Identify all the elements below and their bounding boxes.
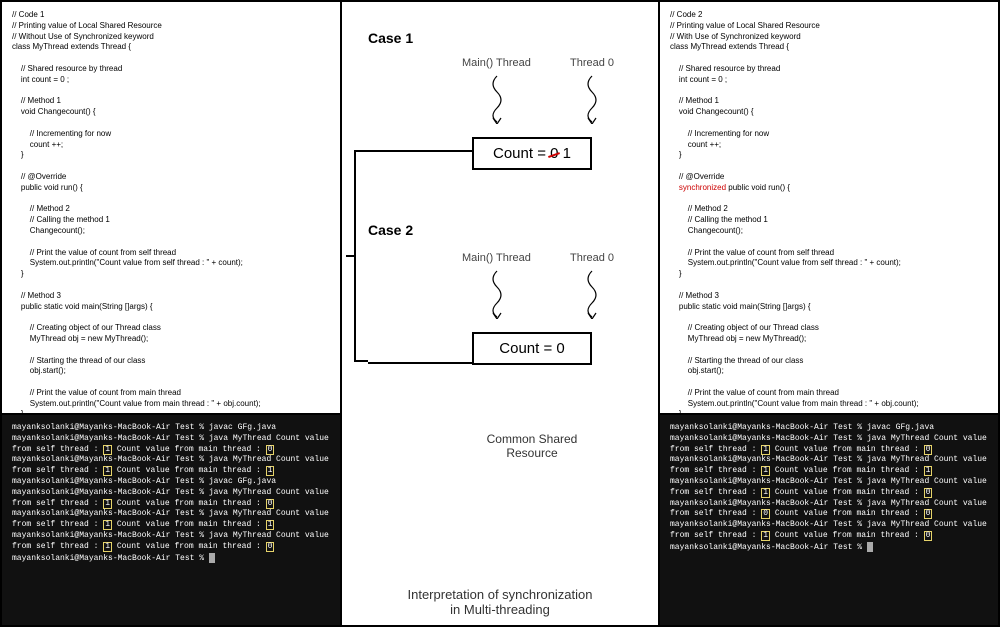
terminal-pane-2: mayanksolanki@Mayanks-MacBook-Air Test %… (660, 415, 998, 625)
footer-caption: Interpretation of synchronization in Mul… (342, 587, 658, 617)
squiggle-icon (582, 269, 602, 319)
thread0-label-1: Thread 0 (570, 57, 614, 69)
squiggle-icon (582, 74, 602, 124)
right-column: // Code 2 // Printing value of Local Sha… (660, 2, 998, 625)
count-box-1: Count = 0 1 (472, 137, 592, 170)
count1-prefix: Count = (493, 145, 550, 162)
squiggle-icon (487, 269, 507, 319)
main-thread-label-1: Main() Thread (462, 57, 531, 69)
diagram-column: Case 1 Main() Thread Thread 0 Count = 0 … (340, 2, 660, 625)
count-box-2: Count = 0 (472, 332, 592, 365)
main-thread-label-2: Main() Thread (462, 252, 531, 264)
connector-line (368, 362, 472, 364)
left-column: // Code 1 // Printing value of Local Sha… (2, 2, 340, 625)
shared-resource-label: Common Shared Resource (472, 432, 592, 460)
thread0-label-2: Thread 0 (570, 252, 614, 264)
case-1-label: Case 1 (368, 30, 413, 46)
squiggle-icon (487, 74, 507, 124)
code-pane-2: // Code 2 // Printing value of Local Sha… (660, 2, 998, 415)
connector-line (368, 150, 472, 152)
bracket-tab-icon (346, 255, 354, 257)
diagram-page: // Code 1 // Printing value of Local Sha… (0, 0, 1000, 627)
terminal-pane-1: mayanksolanki@Mayanks-MacBook-Air Test %… (2, 415, 340, 625)
case-2-label: Case 2 (368, 222, 413, 238)
code-pane-1: // Code 1 // Printing value of Local Sha… (2, 2, 340, 415)
bracket-icon (354, 150, 368, 362)
count1-old-value: 0 (550, 145, 558, 162)
